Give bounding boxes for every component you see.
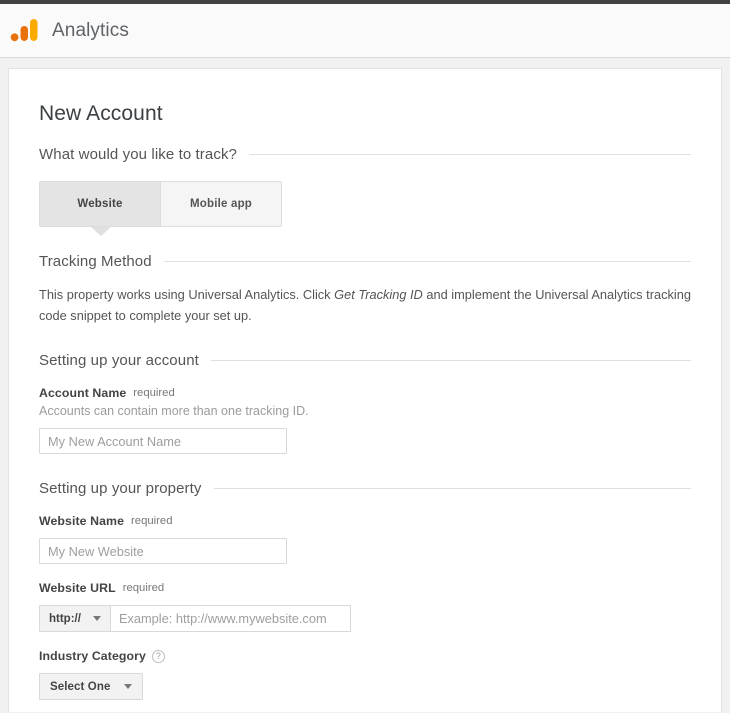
account-section-heading: Setting up your account xyxy=(39,352,199,370)
tracking-method-paragraph: This property works using Universal Anal… xyxy=(39,284,691,326)
website-url-input[interactable] xyxy=(110,605,351,633)
website-name-label: Website Name required xyxy=(39,514,691,528)
industry-category-label-text: Industry Category xyxy=(39,649,146,664)
track-type-tabs: Website Mobile app xyxy=(39,181,282,236)
chevron-down-icon xyxy=(124,684,133,690)
industry-category-row: Select One xyxy=(39,673,691,701)
chevron-down-icon xyxy=(92,616,101,622)
website-name-required-tag: required xyxy=(131,515,173,528)
url-protocol-value: http:// xyxy=(49,612,81,625)
industry-category-field-block: Industry Category ? Select One xyxy=(39,649,691,701)
content-card: New Account What would you like to track… xyxy=(8,68,722,712)
track-section-header: What would you like to track? xyxy=(39,146,691,163)
section-divider xyxy=(249,154,691,155)
tab-mobile-app[interactable]: Mobile app xyxy=(160,182,281,226)
account-name-required-tag: required xyxy=(133,387,175,400)
website-name-label-text: Website Name xyxy=(39,514,125,529)
paragraph-text-before: This property works using Universal Anal… xyxy=(39,287,335,302)
website-url-required-tag: required xyxy=(122,582,165,595)
account-name-input[interactable] xyxy=(39,428,287,455)
active-tab-caret-icon xyxy=(91,227,111,236)
page-area: New Account What would you like to track… xyxy=(0,58,730,712)
get-tracking-id-emphasis: Get Tracking ID xyxy=(334,287,423,302)
account-name-label: Account Name required xyxy=(39,386,691,400)
property-section-heading: Setting up your property xyxy=(39,480,202,498)
section-divider xyxy=(210,360,691,362)
analytics-bars-icon xyxy=(10,18,38,41)
app-header: Analytics xyxy=(0,4,730,58)
tracking-method-heading: Tracking Method xyxy=(39,253,152,270)
url-protocol-dropdown[interactable]: http:// xyxy=(39,605,111,633)
tab-website[interactable]: Website xyxy=(40,182,160,226)
industry-category-dropdown[interactable]: Select One xyxy=(39,673,144,701)
account-name-field-block: Account Name required Accounts can conta… xyxy=(39,386,691,455)
industry-category-label: Industry Category ? xyxy=(39,649,691,663)
account-name-hint: Accounts can contain more than one track… xyxy=(39,404,309,419)
app-title: Analytics xyxy=(52,19,129,41)
industry-category-value: Select One xyxy=(50,680,111,693)
website-url-row: http:// xyxy=(39,605,691,633)
section-divider xyxy=(213,488,691,490)
account-name-label-text: Account Name xyxy=(39,386,127,401)
account-section-header: Setting up your account xyxy=(39,352,691,369)
question-mark-icon[interactable]: ? xyxy=(151,649,165,663)
website-url-field-block: Website URL required http:// xyxy=(39,581,691,633)
tracking-method-header: Tracking Method xyxy=(39,253,691,270)
website-name-input[interactable] xyxy=(39,538,287,565)
page-title: New Account xyxy=(39,102,163,125)
track-section-heading: What would you like to track? xyxy=(39,146,237,163)
website-url-label-text: Website URL xyxy=(39,581,116,596)
website-name-field-block: Website Name required xyxy=(39,514,691,565)
section-divider xyxy=(163,261,691,262)
website-url-label: Website URL required xyxy=(39,581,691,595)
property-section-header: Setting up your property xyxy=(39,480,691,497)
